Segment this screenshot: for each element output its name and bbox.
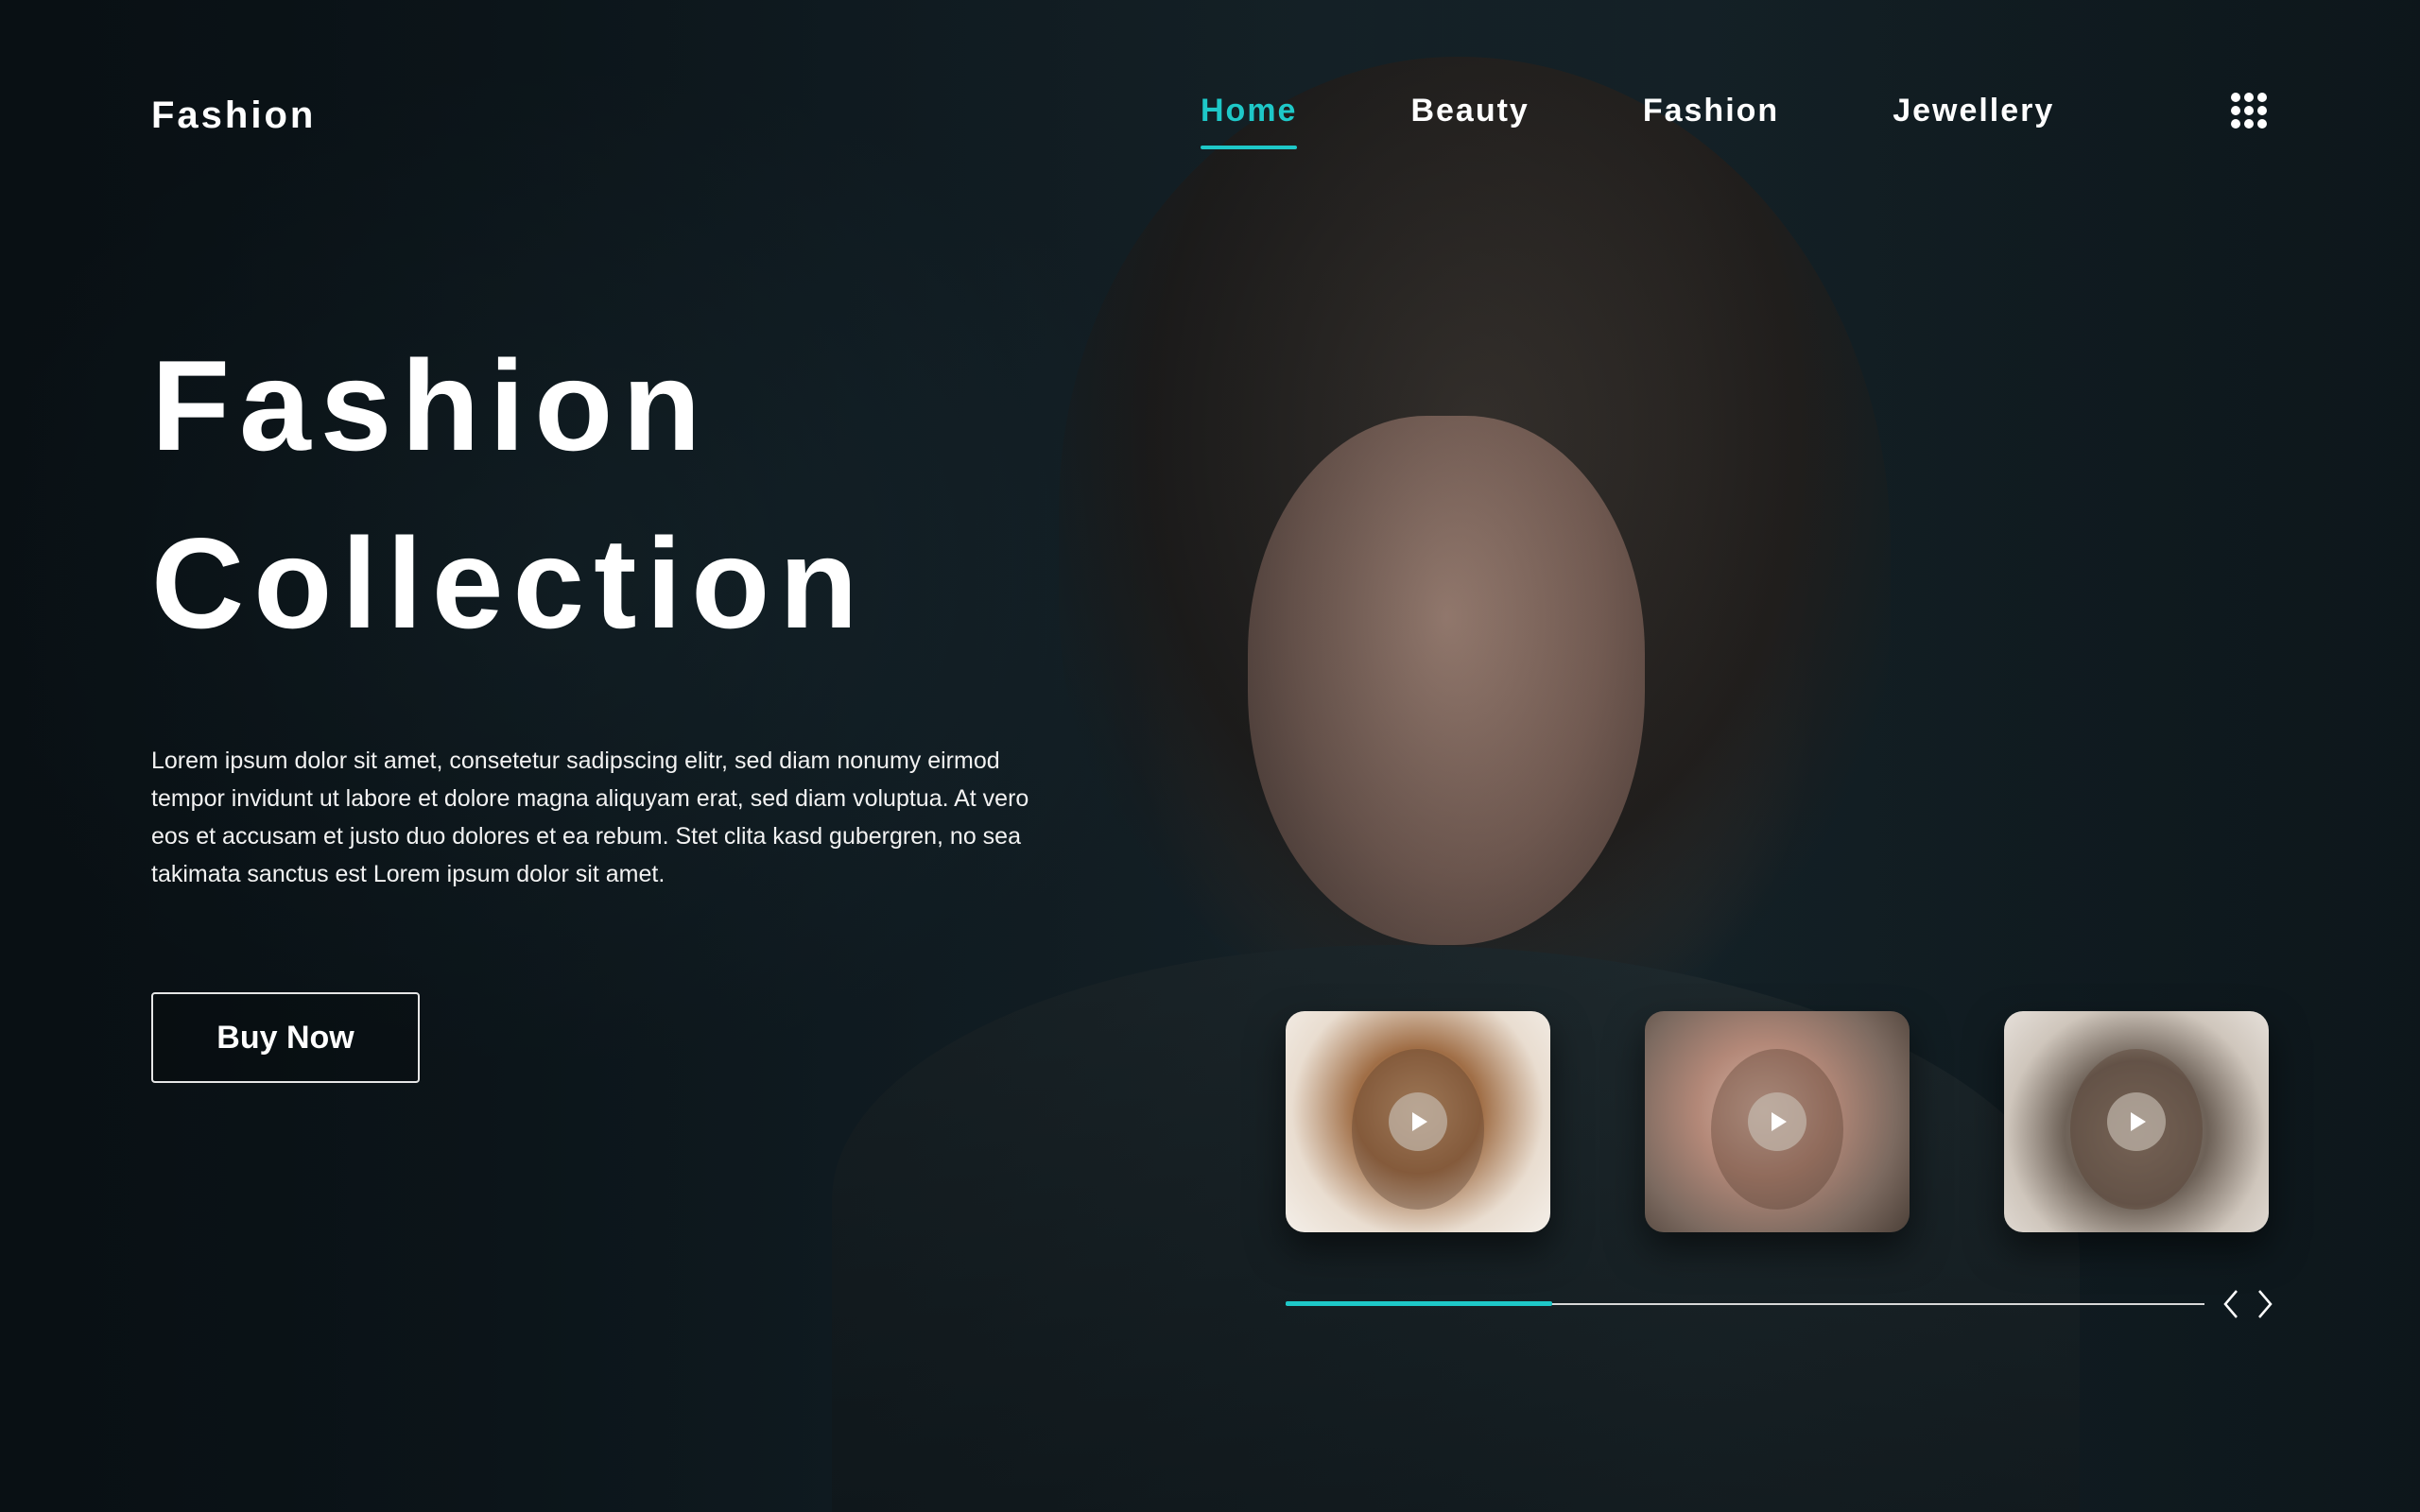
- hero-title-line-2: Collection: [151, 511, 868, 655]
- brand-logo[interactable]: Fashion: [151, 94, 316, 137]
- carousel-progress-track[interactable]: [1286, 1301, 2204, 1306]
- play-icon[interactable]: [2107, 1092, 2166, 1151]
- hero-title-line-1: Fashion: [151, 334, 711, 477]
- nav-item-home[interactable]: Home: [1201, 93, 1298, 149]
- play-icon[interactable]: [1748, 1092, 1806, 1151]
- grid-dots-icon[interactable]: [2231, 93, 2267, 129]
- carousel-thumbnail-3[interactable]: [2004, 1011, 2269, 1232]
- chevron-left-icon[interactable]: [2216, 1287, 2246, 1321]
- chevron-right-icon[interactable]: [2250, 1287, 2280, 1321]
- carousel-thumbnail-2[interactable]: [1645, 1011, 1910, 1232]
- nav-item-beauty[interactable]: Beauty: [1410, 93, 1529, 149]
- play-icon[interactable]: [1389, 1092, 1447, 1151]
- nav-item-fashion[interactable]: Fashion: [1643, 93, 1779, 149]
- main-nav: Home Beauty Fashion Jewellery: [1201, 93, 2168, 149]
- hero-description: Lorem ipsum dolor sit amet, consetetur s…: [151, 747, 1029, 887]
- buy-now-button[interactable]: Buy Now: [151, 992, 420, 1083]
- hero-title: Fashion Collection: [151, 317, 867, 672]
- carousel-progress-fill: [1286, 1301, 1552, 1306]
- carousel-thumbnail-1[interactable]: [1286, 1011, 1550, 1232]
- nav-item-jewellery[interactable]: Jewellery: [1893, 93, 2054, 149]
